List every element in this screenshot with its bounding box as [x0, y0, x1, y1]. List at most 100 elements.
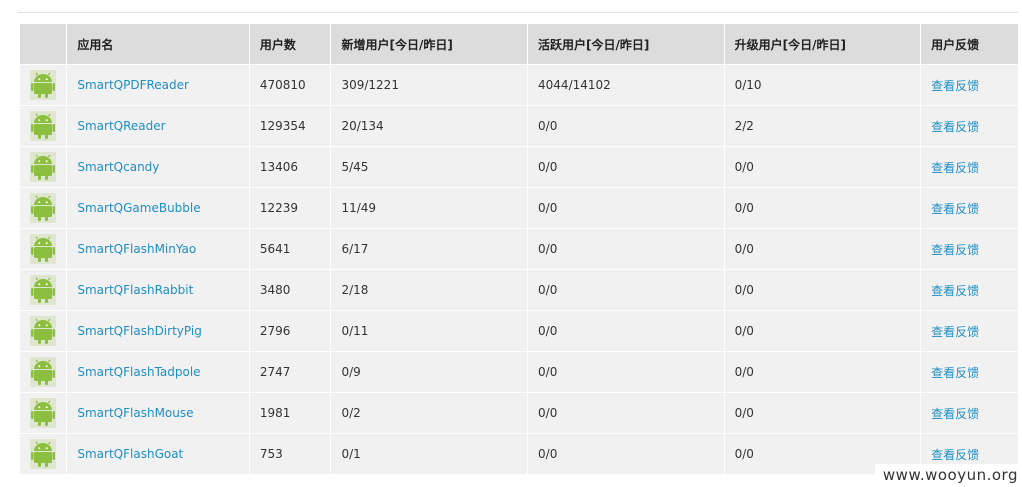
upgrade-users-cell: 0/0: [724, 393, 922, 434]
user-count-cell: 13406: [249, 147, 332, 188]
upgrade-users-cell: 0/10: [724, 65, 922, 106]
table-row: SmartQPDFReader 470810 309/1221 4044/141…: [20, 65, 1018, 106]
app-name-link[interactable]: SmartQFlashTadpole: [77, 365, 200, 379]
user-count-cell: 129354: [249, 106, 332, 147]
view-feedback-link[interactable]: 查看反馈: [931, 448, 979, 462]
app-icon-cell: [20, 188, 68, 229]
user-count-cell: 3480: [249, 270, 332, 311]
upgrade-users-cell: 0/0: [724, 188, 922, 229]
table-row: SmartQFlashTadpole 2747 0/9 0/0 0/0 查看反馈: [20, 352, 1018, 393]
android-icon: [30, 275, 57, 305]
active-users-cell: 0/0: [528, 270, 725, 311]
app-name-cell: SmartQFlashGoat: [67, 434, 250, 475]
active-users-cell: 0/0: [528, 393, 725, 434]
feedback-cell: 查看反馈: [921, 393, 1018, 434]
app-name-link[interactable]: SmartQFlashGoat: [77, 447, 183, 461]
android-icon: [30, 316, 57, 346]
feedback-cell: 查看反馈: [921, 229, 1018, 270]
app-stats-table: 应用名 用户数 新增用户[今日/昨日] 活跃用户[今日/昨日] 升级用户[今日/…: [20, 24, 1018, 475]
feedback-cell: 查看反馈: [921, 147, 1018, 188]
table-row: SmartQFlashMinYao 5641 6/17 0/0 0/0 查看反馈: [20, 229, 1018, 270]
feedback-cell: 查看反馈: [921, 311, 1018, 352]
view-feedback-link[interactable]: 查看反馈: [931, 407, 979, 421]
app-icon-cell: [20, 352, 68, 393]
app-icon-cell: [20, 106, 68, 147]
table-row: SmartQFlashMouse 1981 0/2 0/0 0/0 查看反馈: [20, 393, 1018, 434]
app-name-cell: SmartQReader: [67, 106, 250, 147]
android-icon: [30, 193, 57, 223]
table-row: SmartQGameBubble 12239 11/49 0/0 0/0 查看反…: [20, 188, 1018, 229]
upgrade-users-cell: 0/0: [724, 270, 922, 311]
app-name-cell: SmartQGameBubble: [67, 188, 250, 229]
new-users-cell: 0/9: [331, 352, 529, 393]
new-users-cell: 309/1221: [331, 65, 529, 106]
table-row: SmartQcandy 13406 5/45 0/0 0/0 查看反馈: [20, 147, 1018, 188]
feedback-cell: 查看反馈: [921, 106, 1018, 147]
app-name-link[interactable]: SmartQcandy: [77, 160, 159, 174]
app-name-link[interactable]: SmartQFlashMinYao: [77, 242, 196, 256]
header-new-users: 新增用户[今日/昨日]: [331, 24, 529, 65]
new-users-cell: 0/1: [331, 434, 529, 475]
new-users-cell: 11/49: [331, 188, 529, 229]
android-icon: [30, 234, 57, 264]
app-icon-cell: [20, 147, 68, 188]
app-icon-cell: [20, 434, 68, 475]
header-active-users: 活跃用户[今日/昨日]: [528, 24, 725, 65]
header-icon: [20, 24, 68, 65]
app-icon-cell: [20, 65, 68, 106]
new-users-cell: 20/134: [331, 106, 529, 147]
app-name-link[interactable]: SmartQReader: [77, 119, 165, 133]
header-feedback: 用户反馈: [921, 24, 1018, 65]
user-count-cell: 2747: [249, 352, 332, 393]
android-icon: [30, 398, 57, 428]
user-count-cell: 1981: [249, 393, 332, 434]
new-users-cell: 0/2: [331, 393, 529, 434]
user-count-cell: 753: [249, 434, 332, 475]
table-header-row: 应用名 用户数 新增用户[今日/昨日] 活跃用户[今日/昨日] 升级用户[今日/…: [20, 24, 1018, 65]
app-icon-cell: [20, 311, 68, 352]
upgrade-users-cell: 0/0: [724, 147, 922, 188]
active-users-cell: 0/0: [528, 434, 725, 475]
active-users-cell: 0/0: [528, 188, 725, 229]
view-feedback-link[interactable]: 查看反馈: [931, 79, 979, 93]
app-stats-table-container: 应用名 用户数 新增用户[今日/昨日] 活跃用户[今日/昨日] 升级用户[今日/…: [20, 24, 1018, 475]
table-row: SmartQFlashGoat 753 0/1 0/0 0/0 查看反馈: [20, 434, 1018, 475]
active-users-cell: 0/0: [528, 106, 725, 147]
app-icon-cell: [20, 393, 68, 434]
app-name-cell: SmartQFlashMinYao: [67, 229, 250, 270]
app-name-cell: SmartQFlashDirtyPig: [67, 311, 250, 352]
feedback-cell: 查看反馈: [921, 270, 1018, 311]
new-users-cell: 2/18: [331, 270, 529, 311]
app-name-link[interactable]: SmartQFlashDirtyPig: [77, 324, 201, 338]
app-name-cell: SmartQFlashTadpole: [67, 352, 250, 393]
app-name-link[interactable]: SmartQPDFReader: [77, 78, 189, 92]
app-name-cell: SmartQPDFReader: [67, 65, 250, 106]
view-feedback-link[interactable]: 查看反馈: [931, 284, 979, 298]
active-users-cell: 0/0: [528, 229, 725, 270]
view-feedback-link[interactable]: 查看反馈: [931, 243, 979, 257]
android-icon: [30, 70, 57, 100]
app-name-link[interactable]: SmartQFlashRabbit: [77, 283, 193, 297]
new-users-cell: 6/17: [331, 229, 529, 270]
view-feedback-link[interactable]: 查看反馈: [931, 120, 979, 134]
app-name-cell: SmartQFlashRabbit: [67, 270, 250, 311]
view-feedback-link[interactable]: 查看反馈: [931, 325, 979, 339]
view-feedback-link[interactable]: 查看反馈: [931, 366, 979, 380]
active-users-cell: 0/0: [528, 147, 725, 188]
new-users-cell: 0/11: [331, 311, 529, 352]
app-name-cell: SmartQcandy: [67, 147, 250, 188]
header-user-count: 用户数: [249, 24, 332, 65]
app-name-link[interactable]: SmartQGameBubble: [77, 201, 200, 215]
app-icon-cell: [20, 229, 68, 270]
android-icon: [30, 152, 57, 182]
upgrade-users-cell: 0/0: [724, 352, 922, 393]
view-feedback-link[interactable]: 查看反馈: [931, 202, 979, 216]
user-count-cell: 470810: [249, 65, 332, 106]
user-count-cell: 2796: [249, 311, 332, 352]
view-feedback-link[interactable]: 查看反馈: [931, 161, 979, 175]
top-divider: [18, 12, 1018, 13]
upgrade-users-cell: 2/2: [724, 106, 922, 147]
active-users-cell: 4044/14102: [528, 65, 725, 106]
app-name-link[interactable]: SmartQFlashMouse: [77, 406, 193, 420]
user-count-cell: 12239: [249, 188, 332, 229]
